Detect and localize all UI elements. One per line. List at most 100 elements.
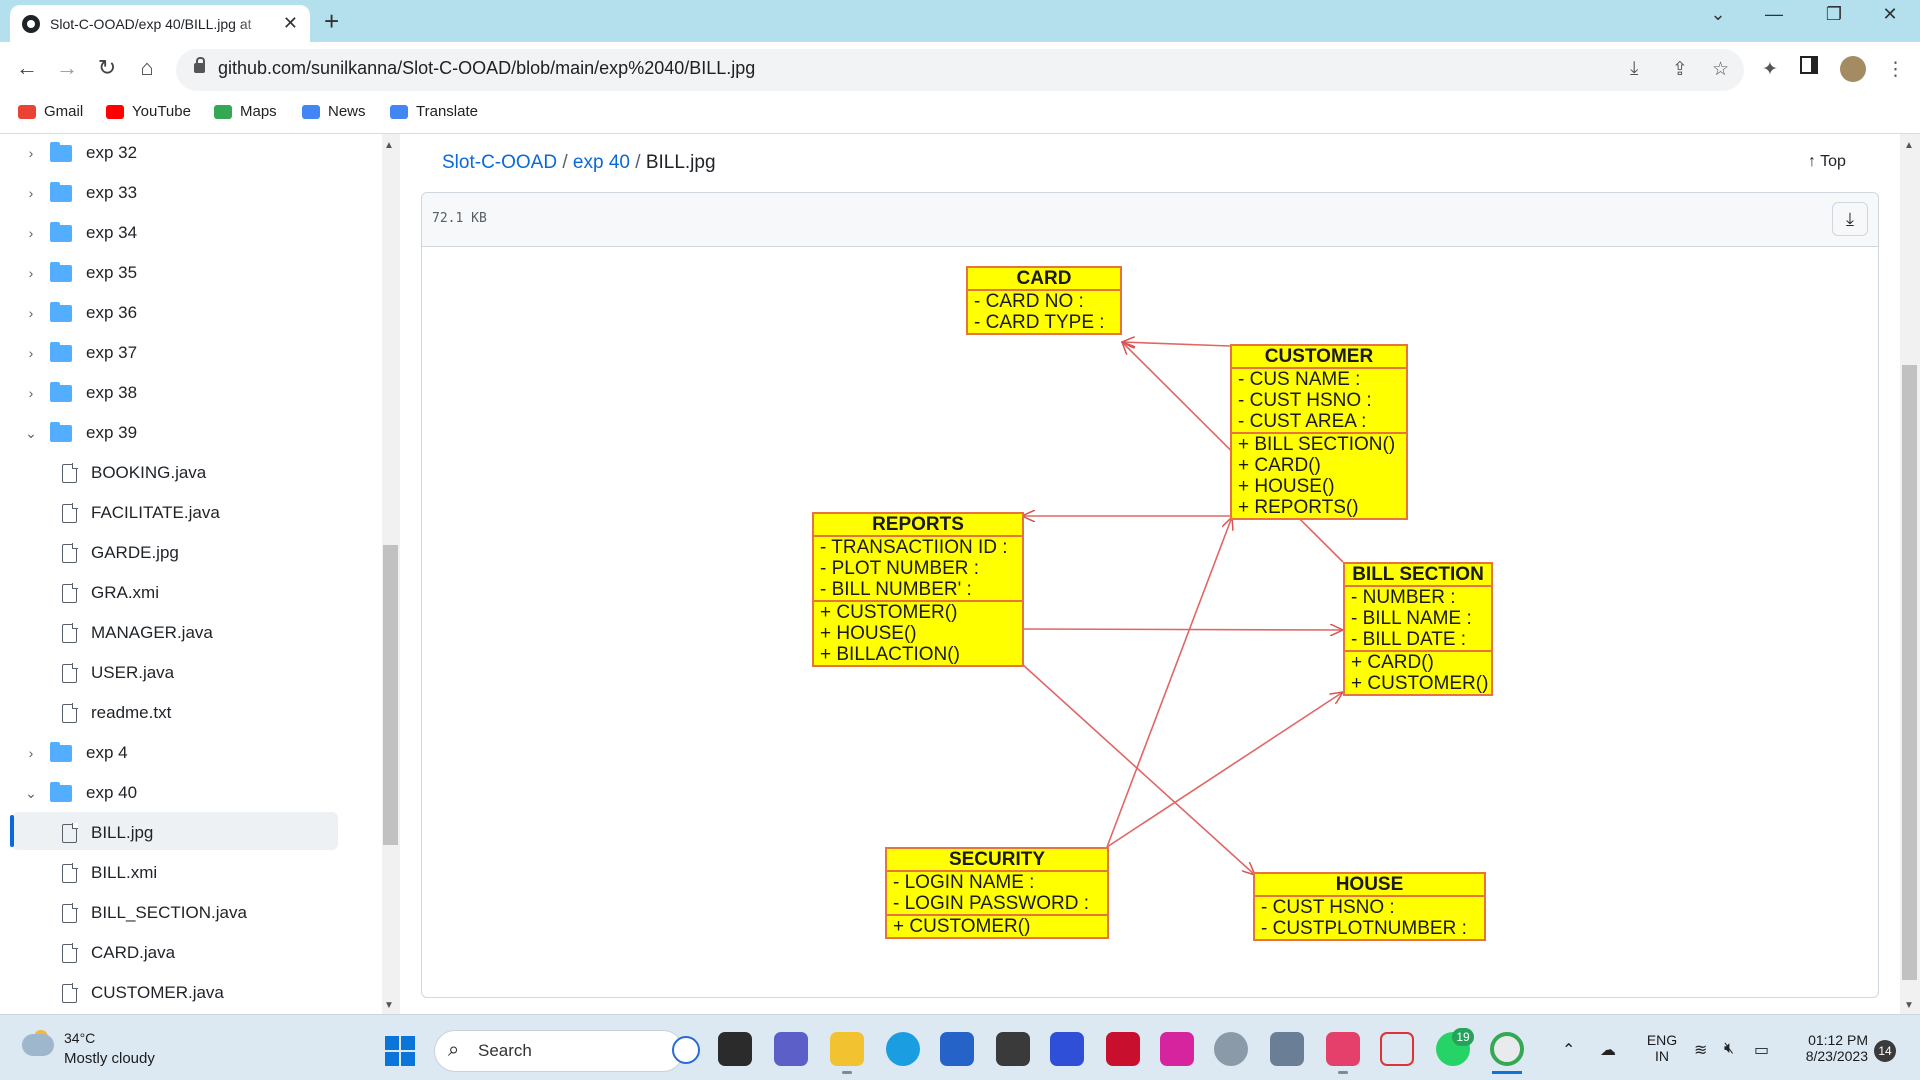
chrome-icon[interactable] — [1490, 1032, 1524, 1066]
back-icon[interactable]: ← — [12, 55, 42, 81]
onedrive-cloud-icon[interactable]: ☁ — [1600, 1040, 1616, 1060]
tree-folder-exp-35[interactable]: › exp 35 — [0, 254, 137, 292]
download-button[interactable]: ⤓ — [1832, 202, 1868, 236]
file-icon — [62, 582, 78, 603]
bookmark-star-icon[interactable]: ☆ — [1712, 58, 1729, 81]
tree-file[interactable]: GARDE.jpg — [0, 534, 179, 572]
system-clock[interactable]: 01:12 PM 8/23/2023 — [1798, 1032, 1868, 1064]
bookmark-news[interactable]: News — [302, 103, 366, 120]
chevron-right-icon[interactable]: › — [24, 745, 38, 761]
tree-file[interactable]: BILL.jpg — [0, 814, 153, 852]
tree-item-label: exp 4 — [86, 743, 128, 762]
app-icon[interactable] — [1214, 1032, 1248, 1066]
scroll-up-arrow-icon[interactable]: ▲ — [384, 140, 394, 151]
bookmark-gmail[interactable]: Gmail — [18, 103, 83, 120]
profile-avatar[interactable] — [1840, 56, 1866, 82]
tree-file[interactable]: USER.java — [0, 654, 174, 692]
weather-description[interactable]: Mostly cloudy — [64, 1050, 155, 1067]
app-icon[interactable] — [1380, 1032, 1414, 1066]
tree-file[interactable]: MANAGER.java — [0, 614, 213, 652]
top-label: Top — [1820, 153, 1846, 170]
chevron-right-icon[interactable]: › — [24, 145, 38, 161]
extensions-icon[interactable]: ✦ — [1762, 58, 1778, 81]
tree-file[interactable]: GRA.xmi — [0, 574, 159, 612]
chevron-right-icon[interactable]: › — [24, 305, 38, 321]
bookmark-translate[interactable]: Translate — [390, 103, 478, 120]
tree-folder-exp-37[interactable]: › exp 37 — [0, 334, 137, 372]
tree-file[interactable]: BOOKING.java — [0, 454, 206, 492]
attribute: - CUST HSNO : — [1261, 897, 1395, 918]
install-icon[interactable]: ⤓ — [1630, 58, 1638, 80]
tree-folder-exp-36[interactable]: › exp 36 — [0, 294, 137, 332]
wps-office-icon[interactable] — [1326, 1032, 1360, 1066]
microsoft-store-icon[interactable] — [940, 1032, 974, 1066]
bookmark-maps[interactable]: Maps — [214, 103, 277, 120]
volume-muted-icon[interactable]: 🔇︎ — [1724, 1040, 1734, 1058]
chevron-right-icon[interactable]: › — [24, 345, 38, 361]
tree-file[interactable]: CARD.java — [0, 934, 175, 972]
tree-file[interactable]: readme.txt — [0, 694, 171, 732]
windows-start-icon[interactable] — [385, 1036, 415, 1066]
minimize-button[interactable]: — — [1754, 4, 1794, 25]
breadcrumb-repo-link[interactable]: Slot-C-OOAD — [442, 152, 557, 173]
new-tab-button[interactable]: + — [324, 6, 339, 37]
side-panel-icon[interactable] — [1800, 56, 1818, 74]
chevron-right-icon[interactable]: › — [24, 265, 38, 281]
page-scrollbar-thumb[interactable] — [1902, 365, 1917, 980]
tree-file[interactable]: CUSTOMER.java — [0, 974, 224, 1012]
scroll-down-arrow-icon[interactable]: ▼ — [384, 1000, 394, 1011]
tab-search-icon[interactable]: ⌄ — [1698, 4, 1738, 25]
bing-icon[interactable] — [672, 1036, 700, 1064]
maximize-button[interactable]: ❐ — [1814, 4, 1854, 25]
tree-folder-exp-40[interactable]: ⌄ exp 40 — [0, 774, 137, 812]
tree-folder-exp-34[interactable]: › exp 34 — [0, 214, 137, 252]
tree-folder-exp-39[interactable]: ⌄ exp 39 — [0, 414, 137, 452]
tree-file[interactable]: BILL.xmi — [0, 854, 157, 892]
teams-chat-icon[interactable] — [774, 1032, 808, 1066]
url-text[interactable]: github.com/sunilkanna/Slot-C-OOAD/blob/m… — [218, 58, 755, 79]
page-scroll-up-icon[interactable]: ▲ — [1904, 140, 1914, 151]
chevron-right-icon[interactable]: › — [24, 225, 38, 241]
app-icon[interactable] — [1270, 1032, 1304, 1066]
top-button[interactable]: ↑ Top — [1808, 153, 1846, 171]
instagram-icon[interactable] — [1160, 1032, 1194, 1066]
chevron-right-icon[interactable]: › — [24, 185, 38, 201]
reload-icon[interactable]: ↻ — [92, 55, 122, 81]
tree-folder-exp-4[interactable]: › exp 4 — [0, 734, 128, 772]
chevron-down-icon[interactable]: ⌄ — [24, 785, 38, 802]
chevron-right-icon[interactable]: › — [24, 385, 38, 401]
browser-tab[interactable]: Slot-C-OOAD/exp 40/BILL.jpg at ✕ — [10, 5, 310, 42]
share-icon[interactable]: ⇪ — [1672, 58, 1688, 81]
wifi-icon[interactable]: ≋ — [1694, 1040, 1707, 1060]
battery-icon[interactable]: ▭ — [1754, 1040, 1769, 1060]
lock-icon[interactable] — [194, 57, 205, 73]
language-indicator[interactable]: ENG IN — [1644, 1032, 1680, 1064]
weather-temperature[interactable]: 34°C — [64, 1030, 95, 1046]
page-scroll-down-icon[interactable]: ▼ — [1904, 1000, 1914, 1011]
home-icon[interactable]: ⌂ — [132, 55, 162, 81]
tree-item-label: exp 36 — [86, 303, 138, 322]
breadcrumb-folder-link[interactable]: exp 40 — [573, 152, 630, 173]
notification-count-badge[interactable]: 14 — [1874, 1040, 1896, 1062]
bookmark-youtube[interactable]: YouTube — [106, 103, 191, 120]
close-tab-icon[interactable]: ✕ — [283, 13, 298, 34]
task-view-icon[interactable] — [718, 1032, 752, 1066]
dark-app-icon[interactable] — [996, 1032, 1030, 1066]
edge-icon[interactable] — [886, 1032, 920, 1066]
tree-folder-exp-32[interactable]: › exp 32 — [0, 134, 137, 172]
taskbar-search-box[interactable] — [434, 1030, 684, 1072]
tree-file[interactable]: BILL_SECTION.java — [0, 894, 247, 932]
file-explorer-icon[interactable] — [830, 1032, 864, 1066]
sidebar-scrollbar-thumb[interactable] — [383, 545, 398, 845]
blue-app-icon[interactable] — [1050, 1032, 1084, 1066]
menu-icon[interactable]: ⋮ — [1886, 58, 1905, 81]
tree-folder-exp-38[interactable]: › exp 38 — [0, 374, 137, 412]
tree-file[interactable]: FACILITATE.java — [0, 494, 220, 532]
show-hidden-icons-chevron-icon[interactable]: ⌃ — [1562, 1040, 1575, 1060]
cloud-icon[interactable] — [22, 1034, 54, 1056]
close-window-button[interactable]: ✕ — [1870, 4, 1910, 25]
mcafee-icon[interactable] — [1106, 1032, 1140, 1066]
tree-folder-exp-33[interactable]: › exp 33 — [0, 174, 137, 212]
chevron-down-icon[interactable]: ⌄ — [24, 425, 38, 442]
forward-icon[interactable]: → — [52, 55, 82, 81]
